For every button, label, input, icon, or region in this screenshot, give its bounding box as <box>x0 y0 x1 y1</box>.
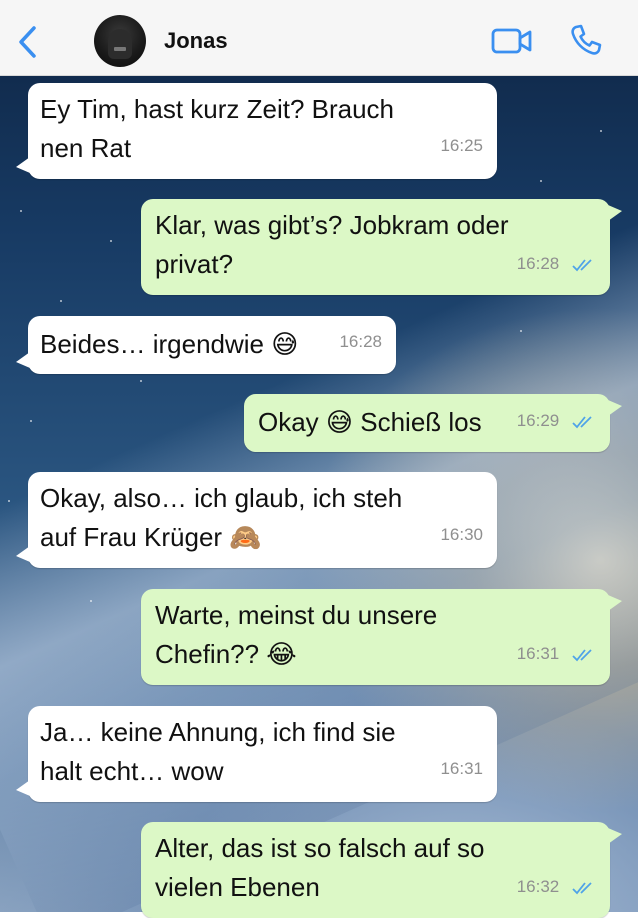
message-bubble-outgoing[interactable]: Alter, das ist so falsch auf so vielen E… <box>141 822 622 918</box>
message-text-line: Ey Tim, hast kurz Zeit? Brauch <box>40 94 395 124</box>
read-ticks-icon <box>572 648 592 661</box>
message-bubble-incoming[interactable]: Beides… irgendwie 😅 16:28 <box>16 316 396 374</box>
contact-name[interactable]: Jonas <box>164 28 228 54</box>
message-time: 16:31 <box>440 759 483 778</box>
voice-call-button[interactable] <box>568 22 604 58</box>
back-button[interactable] <box>14 24 42 60</box>
message-bubble-incoming[interactable]: Ey Tim, hast kurz Zeit? Brauch nen Rat 1… <box>16 83 497 179</box>
message-bubble-outgoing[interactable]: Okay 😅 Schieß los 16:29 <box>244 394 622 452</box>
message-text-line: Klar, was gibt’s? Jobkram oder <box>155 210 509 240</box>
message-time: 16:30 <box>440 525 483 544</box>
message-text-line: Warte, meinst du unsere <box>155 600 438 630</box>
read-ticks-icon <box>572 258 592 271</box>
message-text-line: Ja… keine Ahnung, ich find sie <box>40 717 396 747</box>
message-text-line: Alter, das ist so falsch auf so <box>155 833 485 863</box>
chat-header: Jonas <box>0 0 638 76</box>
message-text-line: Okay 😅 Schieß los <box>258 407 482 437</box>
message-text-line: vielen Ebenen <box>155 872 320 902</box>
message-text-line: Okay, also… ich glaub, ich steh <box>40 483 403 513</box>
message-text-line: halt echt… wow <box>40 756 224 786</box>
message-time: 16:31 <box>516 644 560 663</box>
message-bubble-incoming[interactable]: Ja… keine Ahnung, ich find sie halt echt… <box>16 706 497 802</box>
message-text-line: nen Rat <box>40 133 132 163</box>
message-text-line: Beides… irgendwie 😅 <box>40 329 299 359</box>
message-bubble-outgoing[interactable]: Warte, meinst du unsere Chefin?? 😂 16:31 <box>141 589 622 685</box>
message-text-line: auf Frau Krüger 🙈 <box>40 522 262 552</box>
video-camera-icon <box>491 28 532 54</box>
read-ticks-icon <box>572 881 592 894</box>
phone-icon <box>571 24 602 55</box>
video-call-button[interactable] <box>490 24 534 58</box>
message-time: 16:28 <box>339 332 382 351</box>
message-text-line: privat? <box>155 249 234 279</box>
message-time: 16:32 <box>516 877 560 896</box>
message-text-line: Chefin?? 😂 <box>155 639 297 669</box>
message-bubble-outgoing[interactable]: Klar, was gibt’s? Jobkram oder privat? 1… <box>141 199 622 295</box>
message-time: 16:28 <box>516 254 560 273</box>
read-ticks-icon <box>572 415 592 428</box>
message-bubble-incoming[interactable]: Okay, also… ich glaub, ich steh auf Frau… <box>16 472 497 568</box>
message-time: 16:29 <box>516 411 560 430</box>
avatar[interactable] <box>94 15 146 67</box>
chevron-left-icon <box>19 26 36 58</box>
message-time: 16:25 <box>440 136 483 155</box>
